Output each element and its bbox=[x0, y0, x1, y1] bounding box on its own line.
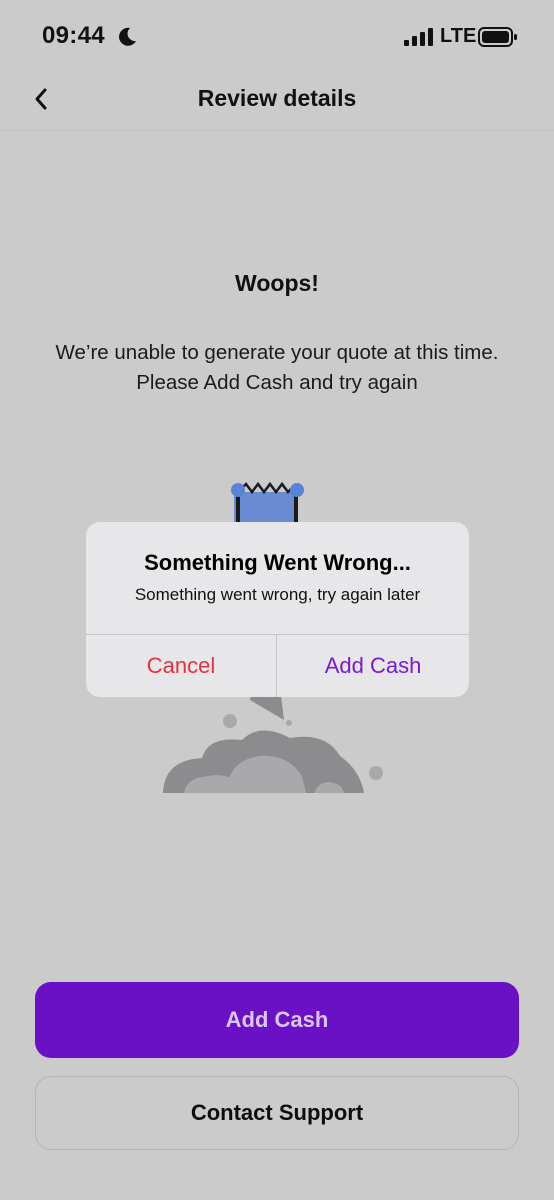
screen: 09:44 LTE Review details Woops! We’re un… bbox=[0, 0, 554, 1200]
contact-support-button[interactable]: Contact Support bbox=[35, 1076, 519, 1150]
battery-icon bbox=[478, 27, 517, 47]
moon-icon bbox=[119, 27, 136, 46]
dialog-add-cash-button[interactable]: Add Cash bbox=[277, 635, 469, 697]
add-cash-button[interactable]: Add Cash bbox=[35, 982, 519, 1058]
status-bar: 09:44 LTE bbox=[0, 0, 554, 70]
page-title: Review details bbox=[197, 85, 357, 111]
dialog-message: Something went wrong, try again later bbox=[134, 585, 421, 604]
alert-dialog: Something Went Wrong... Something went w… bbox=[86, 522, 469, 697]
nav-header: Review details bbox=[0, 70, 554, 131]
network-label: LTE bbox=[440, 25, 477, 47]
status-time: 09:44 bbox=[42, 22, 105, 49]
dialog-cancel-button[interactable]: Cancel bbox=[86, 635, 276, 697]
dialog-title: Something Went Wrong... bbox=[144, 550, 411, 575]
signal-icon bbox=[404, 28, 433, 46]
error-title: Woops! bbox=[235, 270, 319, 296]
error-message: We’re unable to generate your quote at t… bbox=[55, 341, 499, 394]
